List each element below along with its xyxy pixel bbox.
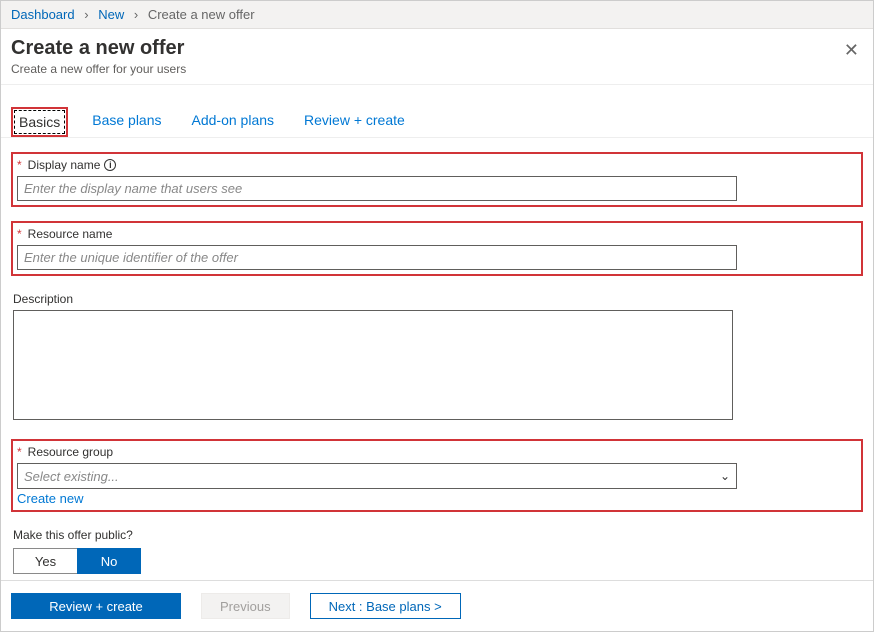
- field-description: Description: [11, 290, 863, 425]
- public-toggle: Yes No: [13, 548, 861, 574]
- chevron-right-icon: ›: [134, 7, 138, 22]
- public-label: Make this offer public?: [13, 528, 133, 542]
- field-public: Make this offer public? Yes No: [11, 526, 863, 576]
- breadcrumb-current: Create a new offer: [148, 7, 255, 22]
- tabs: Basics Base plans Add-on plans Review + …: [1, 85, 873, 138]
- close-icon[interactable]: ✕: [840, 37, 863, 63]
- page-subtitle: Create a new offer for your users: [11, 62, 186, 76]
- resource-name-label: Resource name: [28, 227, 113, 241]
- create-new-link[interactable]: Create new: [17, 491, 83, 506]
- tab-basics[interactable]: Basics: [11, 107, 68, 137]
- breadcrumb-dashboard[interactable]: Dashboard: [11, 7, 75, 22]
- resource-name-input[interactable]: [17, 245, 737, 270]
- public-no-button[interactable]: No: [77, 548, 141, 574]
- tab-addon-plans[interactable]: Add-on plans: [186, 107, 281, 137]
- chevron-right-icon: ›: [84, 7, 88, 22]
- next-button[interactable]: Next : Base plans >: [310, 593, 461, 619]
- field-resource-group: * Resource group Select existing... ⌄ Cr…: [11, 439, 863, 512]
- breadcrumb-new[interactable]: New: [98, 7, 124, 22]
- previous-button: Previous: [201, 593, 290, 619]
- info-icon[interactable]: i: [104, 159, 116, 171]
- page-header: Create a new offer Create a new offer fo…: [1, 29, 873, 85]
- display-name-input[interactable]: [17, 176, 737, 201]
- footer-actions: Review + create Previous Next : Base pla…: [1, 580, 873, 631]
- public-yes-button[interactable]: Yes: [13, 548, 77, 574]
- display-name-label: Display name: [28, 158, 101, 172]
- field-resource-name: * Resource name: [11, 221, 863, 276]
- resource-group-placeholder: Select existing...: [24, 469, 119, 484]
- required-indicator: *: [17, 445, 22, 459]
- resource-group-label: Resource group: [28, 445, 113, 459]
- page-title: Create a new offer: [11, 37, 186, 60]
- required-indicator: *: [17, 227, 22, 241]
- form-basics: * Display name i * Resource name Descrip…: [1, 138, 873, 600]
- field-display-name: * Display name i: [11, 152, 863, 207]
- resource-group-select[interactable]: Select existing... ⌄: [17, 463, 737, 489]
- tab-base-plans[interactable]: Base plans: [86, 107, 167, 137]
- breadcrumb: Dashboard › New › Create a new offer: [1, 1, 873, 29]
- tab-review-create[interactable]: Review + create: [298, 107, 411, 137]
- description-input[interactable]: [13, 310, 733, 420]
- review-create-button[interactable]: Review + create: [11, 593, 181, 619]
- chevron-down-icon: ⌄: [720, 469, 730, 483]
- required-indicator: *: [17, 158, 22, 172]
- description-label: Description: [13, 292, 73, 306]
